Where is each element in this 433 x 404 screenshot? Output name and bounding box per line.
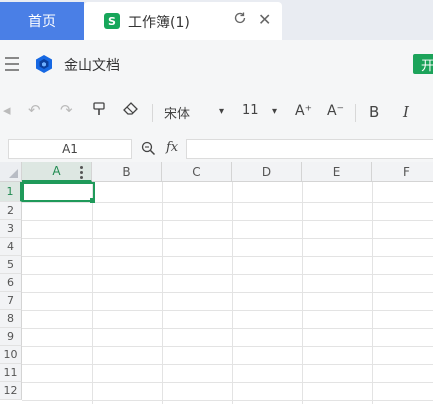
grid-line: [232, 182, 233, 404]
column-header[interactable]: F: [372, 162, 433, 182]
row-header[interactable]: 9: [0, 328, 22, 346]
toolbar-divider: [152, 104, 153, 122]
grid-line: [22, 346, 433, 347]
row-header[interactable]: 12: [0, 382, 22, 400]
grid-line: [22, 256, 433, 257]
grid-line: [22, 310, 433, 311]
grid-line: [22, 328, 433, 329]
selected-cell[interactable]: [22, 182, 95, 202]
row-header[interactable]: 7: [0, 292, 22, 310]
grid-line: [22, 400, 433, 401]
grid-line: [22, 202, 433, 203]
font-size-dropdown-icon[interactable]: ▾: [272, 106, 277, 117]
eraser-icon[interactable]: [123, 101, 139, 119]
grid-line: [22, 274, 433, 275]
fill-handle[interactable]: [90, 198, 95, 203]
row-header[interactable]: 11: [0, 364, 22, 382]
row-header[interactable]: 8: [0, 310, 22, 328]
grid-line: [22, 220, 433, 221]
row-header[interactable]: 2: [0, 202, 22, 220]
function-icon[interactable]: fx: [166, 140, 178, 155]
column-header[interactable]: C: [162, 162, 232, 182]
toolbar-divider: [355, 104, 356, 122]
row-header[interactable]: 4: [0, 238, 22, 256]
font-family-select[interactable]: 宋体: [164, 103, 190, 122]
share-button[interactable]: 开: [413, 54, 433, 74]
spreadsheet-icon: S: [104, 13, 120, 29]
column-menu-icon[interactable]: [80, 166, 84, 180]
grid-line: [162, 182, 163, 404]
close-icon[interactable]: ✕: [258, 10, 271, 29]
grid-line: [22, 292, 433, 293]
select-all-corner[interactable]: [0, 162, 22, 182]
tab-home[interactable]: 首页: [0, 2, 84, 40]
font-family-dropdown-icon[interactable]: ▾: [219, 106, 224, 117]
column-header[interactable]: B: [92, 162, 162, 182]
formula-input[interactable]: [186, 139, 433, 159]
decrease-font-size-button[interactable]: A⁻: [327, 103, 344, 119]
column-header[interactable]: D: [232, 162, 302, 182]
increase-font-size-button[interactable]: A⁺: [295, 103, 312, 119]
grid-line: [22, 364, 433, 365]
scroll-left-icon[interactable]: ◂: [3, 101, 11, 119]
grid-line: [92, 182, 93, 404]
refresh-icon[interactable]: [233, 11, 247, 29]
undo-icon[interactable]: ↶: [28, 101, 41, 119]
kdocs-logo-icon: [36, 55, 52, 73]
name-box[interactable]: A1: [8, 139, 132, 159]
row-header[interactable]: 6: [0, 274, 22, 292]
tab-workbook[interactable]: S 工作簿(1) ✕: [84, 2, 282, 40]
font-size-select[interactable]: 11: [242, 103, 259, 118]
grid-line: [22, 382, 433, 383]
row-header[interactable]: 3: [0, 220, 22, 238]
zoom-icon[interactable]: [141, 141, 156, 160]
row-header[interactable]: 1: [0, 182, 22, 202]
spreadsheet-grid[interactable]: A B C D E F 1 2 3 4 5 6 7 8 9 10 11 12: [0, 162, 433, 404]
bold-button[interactable]: B: [369, 103, 379, 121]
row-header[interactable]: 5: [0, 256, 22, 274]
menu-icon[interactable]: [5, 57, 19, 71]
italic-button[interactable]: I: [403, 103, 409, 121]
redo-icon[interactable]: ↷: [60, 101, 73, 119]
format-painter-icon[interactable]: [92, 101, 106, 120]
grid-line: [22, 238, 433, 239]
grid-line: [372, 182, 373, 404]
grid-line: [302, 182, 303, 404]
row-header[interactable]: 10: [0, 346, 22, 364]
app-name: 金山文档: [64, 58, 120, 74]
column-header[interactable]: E: [302, 162, 372, 182]
tab-workbook-title: 工作簿(1): [128, 15, 190, 31]
